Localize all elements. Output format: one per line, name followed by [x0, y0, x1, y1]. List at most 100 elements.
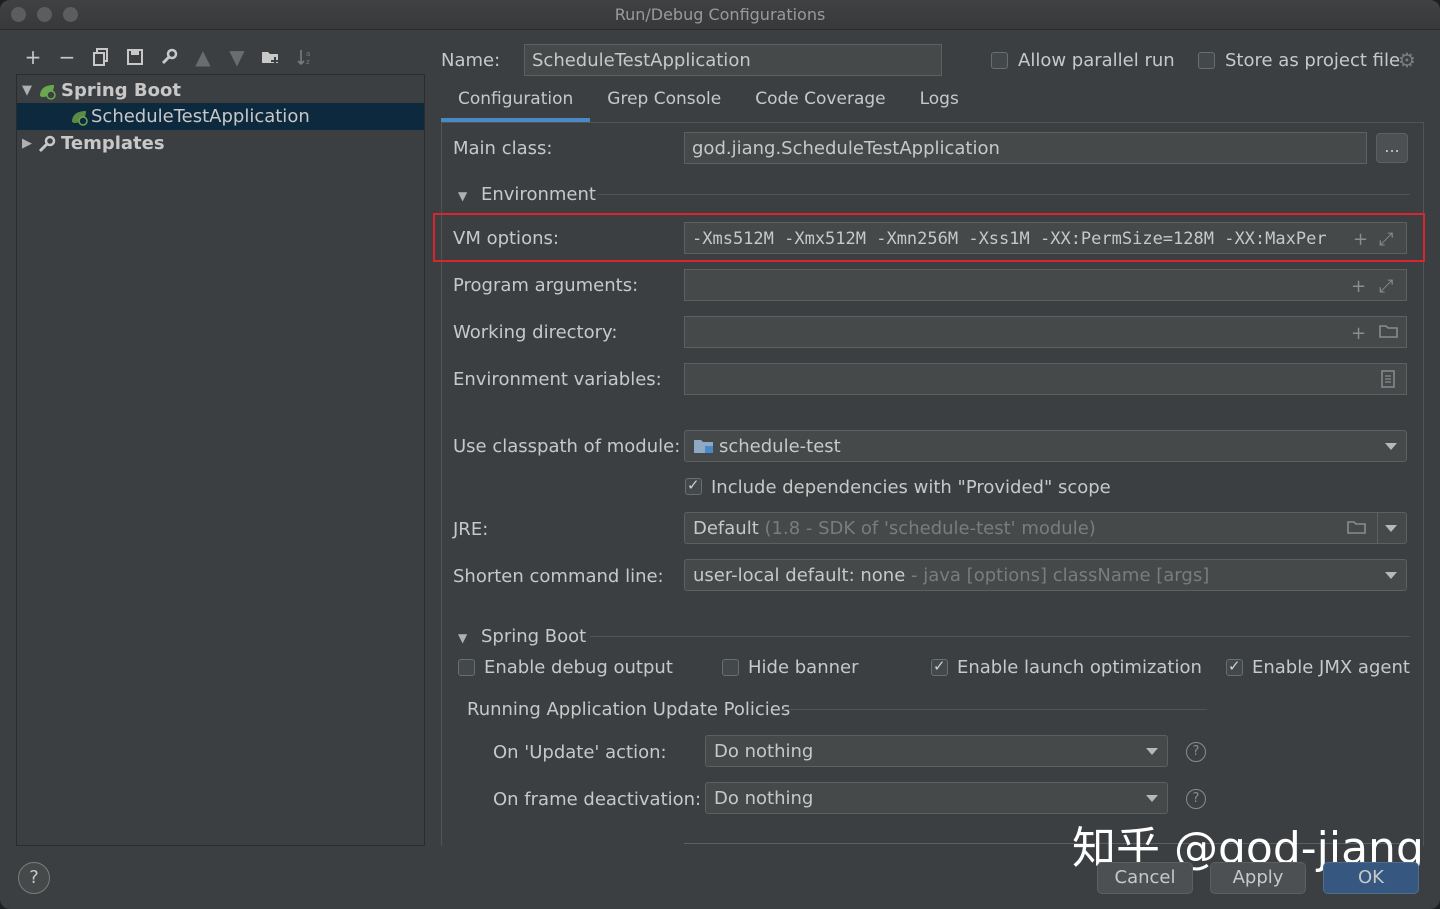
tree-node-spring-boot[interactable]: ▼ Spring Boot [17, 77, 424, 104]
vm-options-input[interactable]: -Xms512M -Xmx512M -Xmn256M -Xss1M -XX:Pe… [684, 222, 1407, 254]
shorten-command-value: user-local default: none [693, 565, 906, 586]
svg-text:a: a [306, 50, 310, 58]
hide-banner-checkbox[interactable] [722, 659, 739, 676]
tree-node-schedule-test-application[interactable]: ScheduleTestApplication [17, 103, 424, 130]
tree-node-templates[interactable]: ▶ Templates [17, 130, 424, 157]
window-title: Run/Debug Configurations [614, 5, 826, 24]
include-provided-checkbox[interactable] [685, 476, 702, 495]
launch-optimization-checkbox[interactable] [931, 657, 948, 676]
copy-icon[interactable] [84, 43, 118, 71]
store-project-checkbox[interactable] [1198, 52, 1215, 69]
vm-options-value: -Xms512M -Xmx512M -Xmn256M -Xss1M -XX:Pe… [692, 229, 1327, 249]
spring-boot-expand-icon[interactable]: ▼ [458, 631, 467, 645]
ok-button[interactable]: OK [1323, 862, 1419, 894]
frame-deactivation-value: Do nothing [714, 788, 814, 809]
move-up-icon[interactable]: ▲ [186, 43, 220, 71]
help-icon[interactable]: ? [1186, 742, 1206, 762]
tree-label-spring-boot: Spring Boot [61, 80, 181, 101]
tab-configuration[interactable]: Configuration [441, 84, 591, 122]
frame-deactivation-label: On frame deactivation: [493, 789, 702, 810]
environment-section-title: Environment [481, 184, 596, 205]
new-folder-icon[interactable] [254, 43, 288, 71]
jre-label: JRE: [453, 519, 489, 540]
apply-button[interactable]: Apply [1210, 862, 1306, 894]
insert-macro-icon[interactable]: + [1351, 229, 1371, 250]
environment-separator [598, 194, 1410, 195]
shorten-command-label: Shorten command line: [453, 566, 664, 587]
allow-parallel-label: Allow parallel run [1018, 50, 1175, 71]
title-bar: Run/Debug Configurations [0, 0, 1440, 30]
wrench-icon [37, 135, 57, 153]
module-folder-icon [693, 437, 715, 460]
save-icon[interactable] [118, 43, 152, 71]
help-icon[interactable]: ? [1186, 789, 1206, 809]
spring-boot-icon [37, 82, 57, 100]
debug-output-label: Enable debug output [484, 657, 673, 678]
tab-grep-console[interactable]: Grep Console [590, 84, 738, 122]
expanded-arrow-icon[interactable]: ▼ [17, 83, 37, 98]
update-action-label: On 'Update' action: [493, 742, 667, 763]
update-policies-title: Running Application Update Policies [467, 699, 791, 720]
jre-hint: (1.8 - SDK of 'schedule-test' module) [764, 518, 1096, 539]
working-directory-input[interactable]: + [684, 316, 1407, 348]
working-directory-label: Working directory: [453, 322, 618, 343]
name-label: Name: [441, 50, 501, 71]
environment-variables-label: Environment variables: [453, 369, 662, 390]
tab-logs[interactable]: Logs [903, 84, 976, 122]
allow-parallel-checkbox[interactable] [991, 52, 1008, 69]
main-class-value: god.jiang.ScheduleTestApplication [692, 138, 1000, 159]
run-debug-dialog: Run/Debug Configurations + − ▲ ▼ az ▼ Sp [0, 0, 1440, 909]
main-class-input[interactable]: god.jiang.ScheduleTestApplication [684, 132, 1367, 164]
insert-macro-icon[interactable]: + [1351, 323, 1366, 344]
remove-icon[interactable]: − [50, 43, 84, 71]
jmx-agent-checkbox[interactable] [1226, 657, 1243, 676]
gear-icon[interactable]: ⚙ [1398, 48, 1416, 72]
cancel-button[interactable]: Cancel [1097, 862, 1193, 894]
classpath-module-value: schedule-test [719, 436, 841, 457]
shorten-command-dropdown[interactable]: user-local default: none - java [options… [684, 559, 1407, 591]
tree-label-templates: Templates [61, 133, 165, 154]
chevron-down-icon [1146, 748, 1158, 755]
update-action-value: Do nothing [714, 741, 814, 762]
program-arguments-input[interactable]: + ⤢ [684, 269, 1407, 301]
main-class-label: Main class: [453, 138, 553, 159]
classpath-label: Use classpath of module: [453, 436, 681, 457]
wrench-icon[interactable] [152, 43, 186, 71]
frame-deactivation-dropdown[interactable]: Do nothing [705, 782, 1168, 814]
shorten-command-hint: - java [options] className [args] [911, 565, 1210, 586]
expand-icon[interactable]: ⤢ [1379, 229, 1394, 250]
jre-value: Default [693, 518, 759, 539]
program-arguments-label: Program arguments: [453, 275, 639, 296]
config-tree: ▼ Spring Boot ScheduleTestApplication ▶ … [16, 74, 425, 846]
store-project-label: Store as project file [1225, 50, 1401, 71]
name-input[interactable]: ScheduleTestApplication [524, 44, 942, 76]
update-policies-separator [783, 709, 1207, 710]
environment-expand-icon[interactable]: ▼ [458, 189, 467, 203]
add-icon[interactable]: + [16, 43, 50, 71]
vm-options-label: VM options: [453, 228, 559, 249]
spring-boot-app-icon [69, 108, 89, 126]
chevron-down-icon [1385, 443, 1397, 450]
sort-icon[interactable]: az [288, 43, 322, 71]
environment-variables-input[interactable] [684, 363, 1407, 395]
launch-optimization-label: Enable launch optimization [957, 657, 1202, 678]
debug-output-checkbox[interactable] [458, 659, 475, 676]
browse-main-class-button[interactable]: ... [1376, 133, 1408, 163]
chevron-down-icon[interactable] [1385, 525, 1397, 532]
collapsed-arrow-icon[interactable]: ▶ [17, 136, 37, 151]
tab-code-coverage[interactable]: Code Coverage [738, 84, 902, 122]
folder-icon[interactable] [1347, 519, 1367, 540]
insert-macro-icon[interactable]: + [1351, 276, 1366, 297]
update-action-dropdown[interactable]: Do nothing [705, 735, 1168, 767]
document-icon[interactable] [1381, 370, 1395, 393]
jre-dropdown[interactable]: Default (1.8 - SDK of 'schedule-test' mo… [684, 512, 1407, 544]
move-down-icon[interactable]: ▼ [220, 43, 254, 71]
svg-text:z: z [306, 58, 310, 66]
folder-icon[interactable] [1379, 323, 1399, 344]
chevron-down-icon [1146, 795, 1158, 802]
classpath-module-dropdown[interactable]: schedule-test [684, 430, 1407, 462]
hide-banner-label: Hide banner [748, 657, 859, 678]
config-tabs: Configuration Grep Console Code Coverage… [441, 84, 976, 122]
expand-icon[interactable]: ⤢ [1379, 276, 1393, 297]
help-button[interactable]: ? [18, 862, 50, 894]
